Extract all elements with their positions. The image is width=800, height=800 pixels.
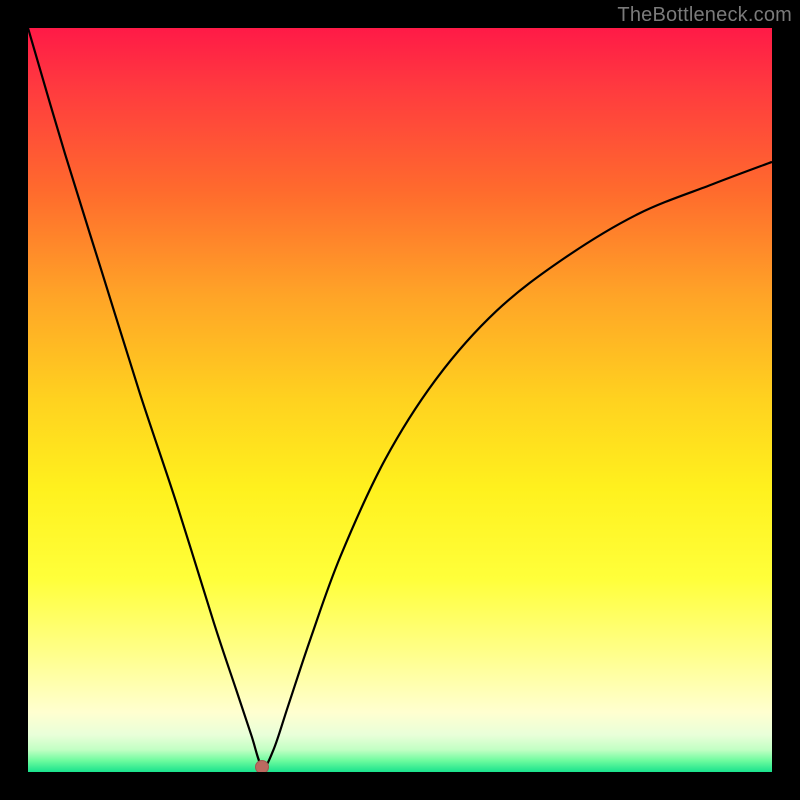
bottleneck-curve bbox=[28, 28, 772, 772]
plot-area bbox=[28, 28, 772, 772]
watermark-text: TheBottleneck.com bbox=[617, 4, 792, 27]
minimum-marker bbox=[255, 760, 269, 772]
curve-path bbox=[28, 28, 772, 767]
chart-frame: TheBottleneck.com bbox=[0, 0, 800, 800]
